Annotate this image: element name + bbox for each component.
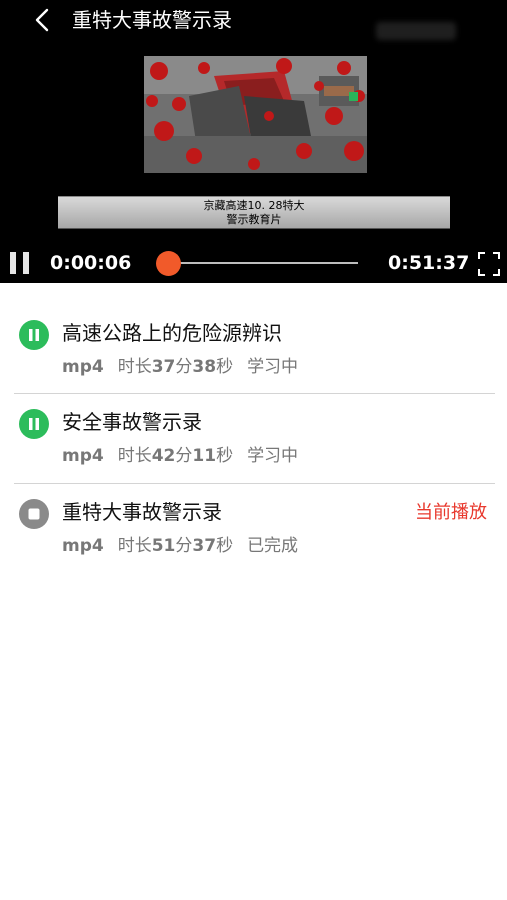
back-button[interactable] [30,6,54,34]
pause-button[interactable] [10,252,30,274]
duration-prefix: 时长 [117,446,152,466]
video-frame [144,56,367,173]
total-time: 0:51:37 [388,252,470,274]
seek-bar[interactable] [160,262,358,264]
item-title: 重特大事故警示录 [62,500,222,524]
sec-unit: 秒 [216,357,234,377]
duration-prefix: 时长 [117,357,152,377]
seek-thumb[interactable] [156,251,181,276]
min-unit: 分 [175,446,193,466]
item-status: 学习中 [247,446,299,466]
duration-sec: 11 [192,446,217,466]
item-format: mp4 [62,446,104,466]
item-format: mp4 [62,357,104,377]
video-subtitle: 京藏高速10. 28特大 警示教育片 [58,196,450,229]
duration-min: 42 [151,446,176,466]
duration-min: 51 [151,536,176,556]
now-playing-label: 当前播放 [415,502,487,523]
item-meta: mp4 时长37分38秒 学习中 [62,356,298,378]
subtitle-line-1: 京藏高速10. 28特大 [203,199,305,212]
fullscreen-button[interactable] [478,252,500,276]
item-format: mp4 [62,536,104,556]
pause-icon [10,252,16,274]
pause-circle-icon[interactable] [18,408,50,440]
subtitle-line-2: 警示教育片 [226,213,282,226]
page-title: 重特大事故警示录 [72,8,232,32]
sec-unit: 秒 [216,446,234,466]
pause-circle-icon[interactable] [18,319,50,351]
item-title: 安全事故警示录 [62,410,202,434]
current-time: 0:00:06 [50,252,132,274]
item-status: 学习中 [247,357,299,377]
duration-sec: 38 [192,357,217,377]
video-player[interactable]: 京藏高速10. 28特大 警示教育片 重特大事故警示录 0:00:06 0:51… [0,0,507,283]
duration-min: 37 [151,357,176,377]
item-meta: mp4 时长42分11秒 学习中 [62,445,298,467]
fullscreen-icon [478,252,500,276]
list-item[interactable]: 安全事故警示录 mp4 时长42分11秒 学习中 [0,393,507,483]
min-unit: 分 [175,536,193,556]
pause-icon-bar [23,252,29,274]
min-unit: 分 [175,357,193,377]
item-meta: mp4 时长51分37秒 已完成 [62,535,298,557]
sec-unit: 秒 [216,536,234,556]
watermark [376,22,456,40]
duration-sec: 37 [192,536,217,556]
stop-circle-icon[interactable] [18,498,50,530]
list-item[interactable]: 高速公路上的危险源辨识 mp4 时长37分38秒 学习中 [0,303,507,393]
list-item[interactable]: 重特大事故警示录 当前播放 mp4 时长51分37秒 已完成 [0,483,507,573]
duration-prefix: 时长 [117,536,152,556]
top-bar: 重特大事故警示录 [0,0,507,42]
chevron-left-icon [35,8,49,32]
item-title: 高速公路上的危险源辨识 [62,321,282,345]
item-status: 已完成 [247,536,299,556]
